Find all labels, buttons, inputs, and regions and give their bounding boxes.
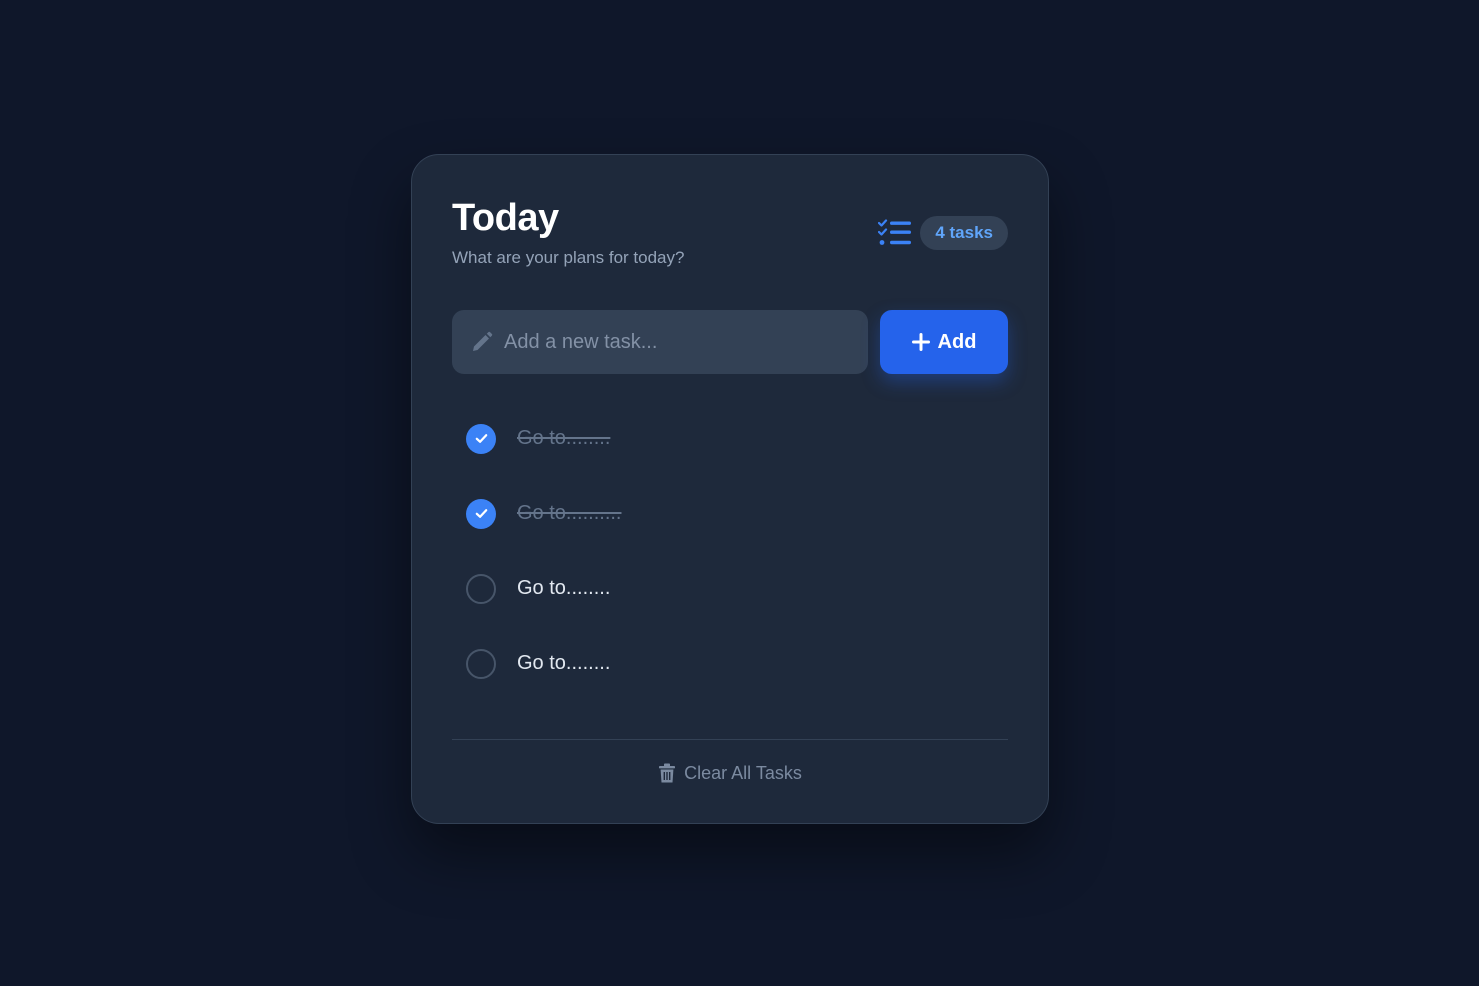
- task-item[interactable]: Go to........: [452, 626, 1008, 701]
- task-item[interactable]: Go to........: [452, 401, 1008, 476]
- page-title: Today: [452, 197, 559, 239]
- task-text: Go to........: [517, 427, 611, 449]
- footer-divider: [452, 739, 1008, 740]
- task-checkbox-checked[interactable]: [466, 423, 496, 454]
- task-summary: 4 tasks: [878, 215, 1008, 251]
- task-checkbox[interactable]: [466, 573, 496, 604]
- task-item[interactable]: Go to........: [452, 551, 1008, 626]
- clear-all-button[interactable]: Clear All Tasks: [412, 759, 1048, 787]
- task-checkbox-checked[interactable]: [466, 498, 496, 529]
- todo-card: Today What are your plans for today? 4 t…: [411, 154, 1049, 824]
- page-subtitle: What are your plans for today?: [452, 248, 685, 267]
- task-text: Go to........: [517, 652, 611, 674]
- add-button-label: Add: [937, 330, 977, 353]
- add-task-button[interactable]: Add: [880, 310, 1008, 374]
- task-input-container: [452, 310, 868, 374]
- clear-all-label: Clear All Tasks: [684, 762, 802, 783]
- checklist-icon: [878, 219, 912, 247]
- add-task-row: Add: [452, 310, 1008, 374]
- task-list: Go to........ Go to.......... Go to.....…: [452, 401, 1008, 701]
- trash-icon: [659, 763, 676, 783]
- check-icon: [475, 509, 487, 518]
- card-header: Today What are your plans for today? 4 t…: [452, 195, 1008, 275]
- plus-icon: [911, 333, 930, 351]
- task-text: Go to........: [517, 577, 611, 599]
- pencil-icon: [470, 330, 494, 354]
- task-checkbox[interactable]: [466, 648, 496, 679]
- task-item[interactable]: Go to..........: [452, 476, 1008, 551]
- check-icon: [475, 434, 487, 443]
- new-task-input[interactable]: [504, 310, 854, 374]
- task-text: Go to..........: [517, 502, 622, 524]
- task-count-badge: 4 tasks: [920, 216, 1008, 250]
